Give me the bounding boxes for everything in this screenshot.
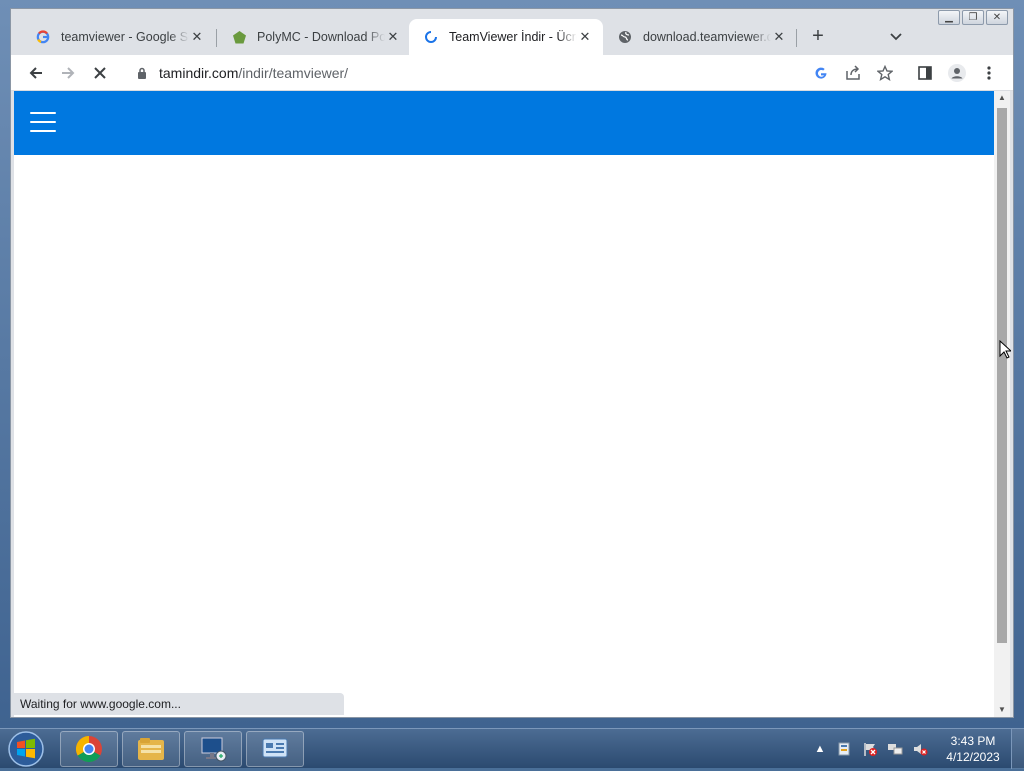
- url-path: /indir/teamviewer/: [238, 65, 349, 81]
- page-viewport: [14, 91, 994, 717]
- taskbar-control-panel[interactable]: [246, 731, 304, 767]
- tab-strip: teamviewer - Google Se ✕ PolyMC - Downlo…: [11, 19, 1013, 55]
- share-icon: [846, 65, 860, 80]
- url-host: tamindir.com: [159, 65, 239, 81]
- tab-title: teamviewer - Google Se: [61, 30, 189, 44]
- folder-icon: [138, 738, 164, 760]
- system-tray: ▲: [812, 729, 928, 769]
- browser-window: ▁ ❐ ✕ teamviewer - Google Se ✕ PolyMC - …: [10, 8, 1014, 718]
- loading-spinner-icon: [423, 29, 439, 45]
- more-vertical-icon: [987, 66, 991, 80]
- tab-polymc[interactable]: PolyMC - Download Poly ✕: [217, 19, 411, 55]
- clock-time: 3:43 PM: [950, 734, 996, 748]
- tab-download-teamviewer[interactable]: download.teamviewer.co ✕: [603, 19, 797, 55]
- scroll-down-icon[interactable]: ▼: [994, 703, 1010, 717]
- close-icon: [94, 67, 106, 79]
- site-header-bar: [14, 91, 994, 155]
- bookmark-button[interactable]: [873, 61, 897, 85]
- avatar-icon: [948, 64, 966, 82]
- chrome-icon: [75, 735, 102, 763]
- back-button[interactable]: [24, 61, 48, 85]
- google-icon: [815, 67, 827, 79]
- scroll-up-icon[interactable]: ▲: [994, 91, 1010, 105]
- vertical-scrollbar[interactable]: ▲ ▼: [994, 91, 1010, 717]
- tab-google-search[interactable]: teamviewer - Google Se ✕: [21, 19, 215, 55]
- start-button[interactable]: [4, 730, 48, 768]
- show-hidden-icons-icon[interactable]: ▲: [812, 741, 828, 757]
- taskbar-clock[interactable]: 3:43 PM 4/12/2023: [940, 733, 1006, 765]
- globe-icon: [617, 29, 633, 45]
- taskbar-remote-desktop[interactable]: [184, 731, 242, 767]
- menu-button[interactable]: [977, 61, 1001, 85]
- tab-close-icon[interactable]: ✕: [771, 29, 787, 45]
- tab-title: PolyMC - Download Poly: [257, 30, 385, 44]
- mouse-cursor-icon: [999, 340, 1011, 359]
- back-arrow-icon: [29, 67, 42, 79]
- taskbar-chrome[interactable]: [60, 731, 118, 767]
- google-lens-button[interactable]: [809, 61, 833, 85]
- tab-title: download.teamviewer.co: [643, 30, 771, 44]
- polymc-icon: [231, 29, 247, 45]
- tab-close-icon[interactable]: ✕: [189, 29, 205, 45]
- control-panel-icon: [262, 738, 288, 758]
- network-icon[interactable]: [887, 741, 903, 757]
- tab-search-button[interactable]: [884, 25, 908, 49]
- lock-icon[interactable]: [135, 66, 149, 80]
- scrollbar-thumb[interactable]: [997, 108, 1007, 643]
- status-bubble: Waiting for www.google.com...: [14, 693, 344, 715]
- volume-muted-icon[interactable]: [912, 741, 928, 757]
- profile-button[interactable]: [945, 61, 969, 85]
- tab-close-icon[interactable]: ✕: [385, 29, 401, 45]
- star-icon: [877, 65, 893, 81]
- address-bar[interactable]: tamindir.com/indir/teamviewer/: [121, 59, 893, 87]
- taskbar-explorer[interactable]: [122, 731, 180, 767]
- url-text: tamindir.com/indir/teamviewer/: [159, 65, 348, 81]
- stop-loading-button[interactable]: [88, 61, 112, 85]
- new-tab-button[interactable]: +: [806, 25, 830, 49]
- chevron-down-icon: [890, 33, 902, 41]
- forward-button[interactable]: [56, 61, 80, 85]
- side-panel-button[interactable]: [913, 61, 937, 85]
- network-config-icon[interactable]: [837, 741, 853, 757]
- tab-title: TeamViewer İndir - Ücre: [449, 30, 577, 44]
- share-button[interactable]: [841, 61, 865, 85]
- monitor-icon: [201, 737, 227, 762]
- hamburger-menu-icon[interactable]: [30, 112, 56, 132]
- browser-toolbar: tamindir.com/indir/teamviewer/: [11, 55, 1013, 91]
- side-panel-icon: [918, 66, 932, 80]
- tab-teamviewer-indir[interactable]: TeamViewer İndir - Ücre ✕: [409, 19, 603, 55]
- google-icon: [35, 29, 51, 45]
- forward-arrow-icon: [62, 67, 75, 79]
- tab-close-icon[interactable]: ✕: [577, 29, 593, 45]
- clock-date: 4/12/2023: [946, 750, 1000, 764]
- action-center-flag-icon[interactable]: [862, 741, 878, 757]
- taskbar: ▲ 3:43 PM 4/12/2023: [0, 728, 1024, 769]
- tab-divider: [796, 29, 797, 47]
- show-desktop-button[interactable]: [1011, 729, 1024, 769]
- windows-start-icon: [8, 731, 44, 767]
